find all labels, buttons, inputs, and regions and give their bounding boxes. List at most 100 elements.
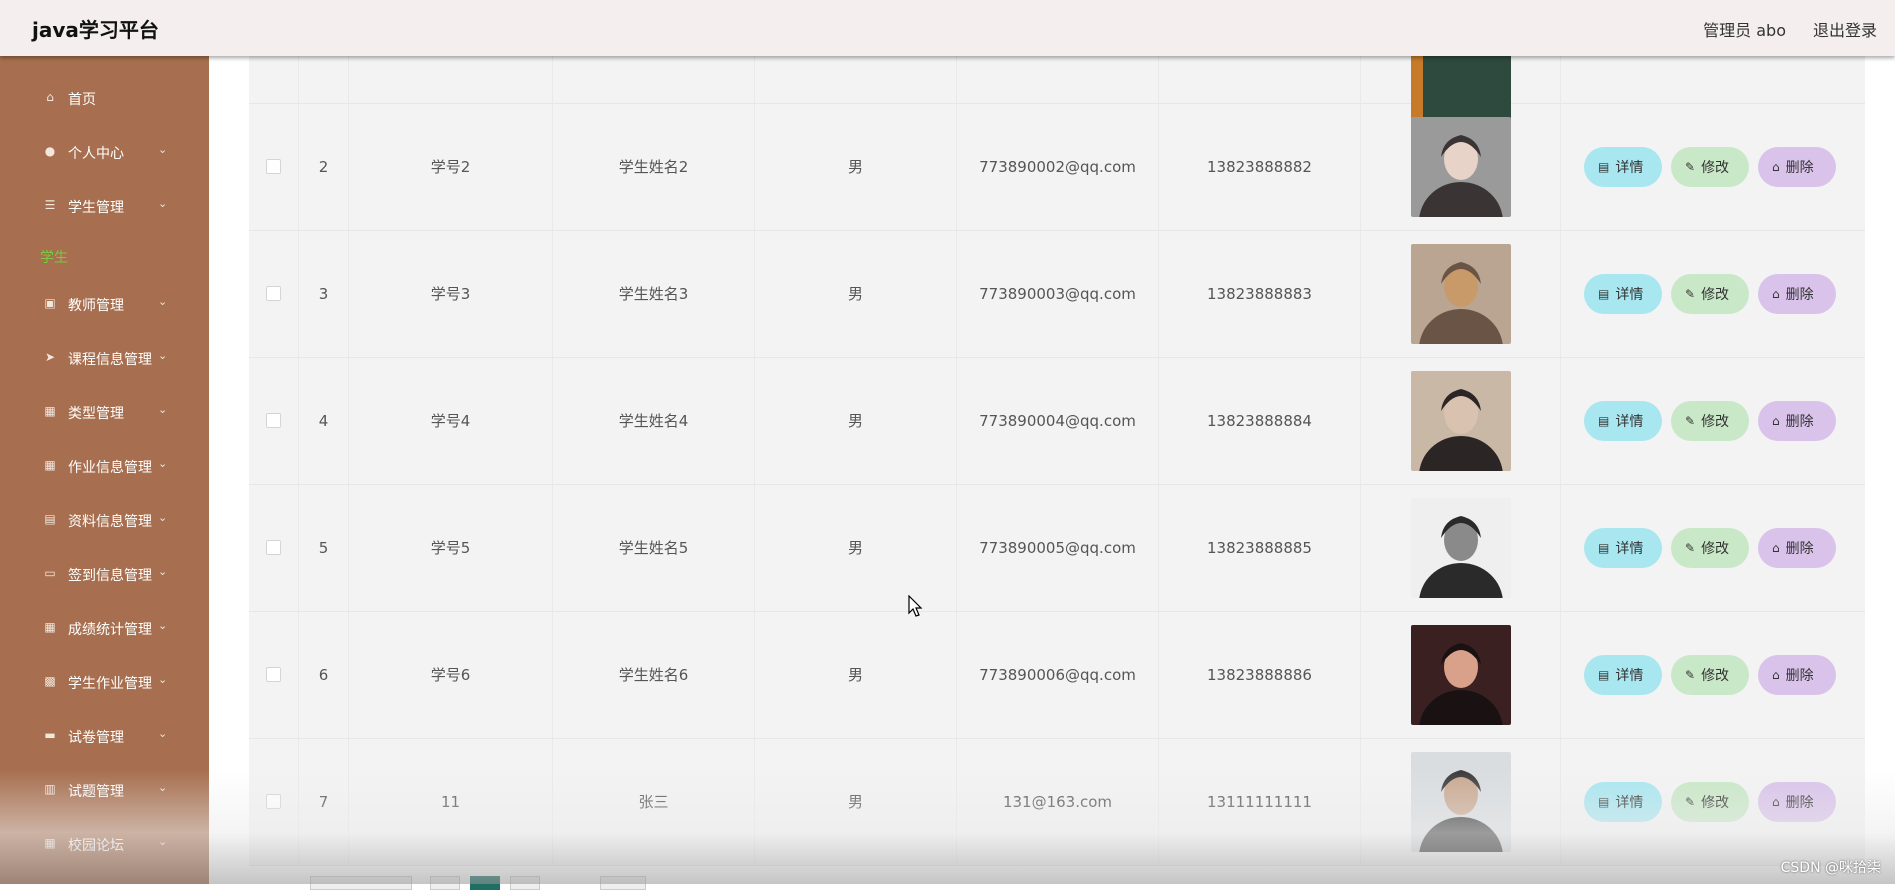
sidebar-item-label: 首页 bbox=[68, 92, 96, 108]
student-photo bbox=[1410, 243, 1511, 344]
edit-button-label: 修改 bbox=[1701, 667, 1730, 684]
pencil-icon: ✎ bbox=[1685, 413, 1696, 428]
row-checkbox[interactable] bbox=[266, 413, 281, 428]
delete-button[interactable]: ⌂ 删除 bbox=[1758, 781, 1836, 822]
phone-cell: 13823888883 bbox=[1159, 230, 1361, 357]
edit-button[interactable]: ✎ 修改 bbox=[1671, 273, 1749, 314]
index-cell: 3 bbox=[299, 230, 349, 357]
row-checkbox-cell bbox=[249, 738, 299, 865]
document-icon: ▤ bbox=[1598, 159, 1610, 174]
sidebar-item-label: 个人中心 bbox=[68, 146, 124, 162]
delete-button[interactable]: ⌂ 删除 bbox=[1758, 400, 1836, 441]
current-user-label: 管理员 abo bbox=[1703, 21, 1786, 40]
sidebar-item-12[interactable]: ▥ 试题管理 ⌄ bbox=[0, 770, 209, 810]
delete-button-label: 删除 bbox=[1785, 540, 1814, 557]
edit-button[interactable]: ✎ 修改 bbox=[1671, 781, 1749, 822]
monitor-icon: ▬ bbox=[44, 728, 56, 742]
phone-cell: 13823888885 bbox=[1159, 484, 1361, 611]
detail-button[interactable]: ▤ 详情 bbox=[1584, 527, 1662, 568]
chevron-down-icon: ⌄ bbox=[158, 835, 168, 848]
edit-button-label: 修改 bbox=[1701, 286, 1730, 303]
sidebar-item-11[interactable]: ▬ 试卷管理 ⌄ bbox=[0, 716, 209, 756]
sidebar-subitem-student[interactable]: 学生 bbox=[40, 247, 68, 267]
student-no-cell: 学号4 bbox=[349, 357, 553, 484]
sidebar-item-10[interactable]: ▩ 学生作业管理 ⌄ bbox=[0, 662, 209, 702]
edit-button[interactable]: ✎ 修改 bbox=[1671, 654, 1749, 695]
student-photo bbox=[1410, 370, 1511, 471]
chevron-down-icon: ⌄ bbox=[158, 143, 168, 156]
chevron-down-icon: ⌄ bbox=[158, 403, 168, 416]
detail-button[interactable]: ▤ 详情 bbox=[1584, 146, 1662, 187]
detail-button-label: 详情 bbox=[1615, 286, 1644, 303]
gender-cell: 男 bbox=[755, 230, 957, 357]
logout-link[interactable]: 退出登录 bbox=[1813, 17, 1877, 41]
gender-cell: 男 bbox=[755, 103, 957, 230]
row-checkbox[interactable] bbox=[266, 667, 281, 682]
sidebar-menu: 学生 ⌂ 首页 ● 个人中心 ⌄ ☰ 学生管理 ⌄ ▣ 教师管理 ⌄ ➤ 课程信息管理 ⌄ ▦ 类型管理 ⌄ ▦ 作… bbox=[0, 56, 209, 884]
edit-button[interactable]: ✎ 修改 bbox=[1671, 146, 1749, 187]
photo-cell bbox=[1361, 611, 1561, 738]
pagination-jump-input[interactable] bbox=[600, 876, 646, 890]
edit-button[interactable]: ✎ 修改 bbox=[1671, 527, 1749, 568]
row-checkbox-cell bbox=[249, 484, 299, 611]
person-icon: ● bbox=[44, 144, 56, 158]
detail-button-label: 详情 bbox=[1615, 413, 1644, 430]
table-row: 4 学号4 学生姓名4 男 773890004@qq.com 13823888884 ▤ 详情… bbox=[249, 357, 1865, 485]
detail-button[interactable]: ▤ 详情 bbox=[1584, 781, 1662, 822]
list-icon: ☰ bbox=[44, 198, 56, 212]
sidebar-item-9[interactable]: ▦ 成绩统计管理 ⌄ bbox=[0, 608, 209, 648]
sidebar-item-label: 作业信息管理 bbox=[68, 460, 152, 476]
sidebar-item-8[interactable]: ▭ 签到信息管理 ⌄ bbox=[0, 554, 209, 594]
detail-button[interactable]: ▤ 详情 bbox=[1584, 273, 1662, 314]
sidebar-item-4[interactable]: ➤ 课程信息管理 ⌄ bbox=[0, 338, 209, 378]
detail-button-label: 详情 bbox=[1615, 794, 1644, 811]
chart-icon: ▣ bbox=[44, 296, 56, 310]
delete-button-label: 删除 bbox=[1785, 794, 1814, 811]
delete-button[interactable]: ⌂ 删除 bbox=[1758, 527, 1836, 568]
trash-icon: ⌂ bbox=[1772, 159, 1780, 174]
delete-button-label: 删除 bbox=[1785, 413, 1814, 430]
student-photo bbox=[1410, 116, 1511, 217]
sidebar-item-2[interactable]: ☰ 学生管理 ⌄ bbox=[0, 186, 209, 226]
row-checkbox[interactable] bbox=[266, 286, 281, 301]
sidebar-item-label: 成绩统计管理 bbox=[68, 622, 152, 638]
index-cell: 5 bbox=[299, 484, 349, 611]
document-icon: ▤ bbox=[1598, 413, 1610, 428]
pencil-icon: ✎ bbox=[1685, 794, 1696, 809]
detail-button[interactable]: ▤ 详情 bbox=[1584, 400, 1662, 441]
table-row: 7 11 张三男 131@163.com 13111111111 ▤ 详情 ✎ 修改 ⌂ 删除 bbox=[249, 738, 1865, 866]
chevron-down-icon: ⌄ bbox=[158, 565, 168, 578]
edit-button[interactable]: ✎ 修改 bbox=[1671, 400, 1749, 441]
student-no-cell: 学号6 bbox=[349, 611, 553, 738]
pagination-size-select[interactable] bbox=[310, 876, 412, 890]
delete-button[interactable]: ⌂ 删除 bbox=[1758, 654, 1836, 695]
row-checkbox[interactable] bbox=[266, 794, 281, 809]
edit-button-label: 修改 bbox=[1701, 540, 1730, 557]
sidebar-item-0[interactable]: ⌂ 首页 bbox=[0, 78, 209, 118]
detail-button[interactable]: ▤ 详情 bbox=[1584, 654, 1662, 695]
row-checkbox-cell bbox=[249, 357, 299, 484]
chevron-down-icon: ⌄ bbox=[158, 781, 168, 794]
delete-button[interactable]: ⌂ 删除 bbox=[1758, 273, 1836, 314]
sidebar-item-3[interactable]: ▣ 教师管理 ⌄ bbox=[0, 284, 209, 324]
sidebar-item-1[interactable]: ● 个人中心 ⌄ bbox=[0, 132, 209, 172]
mouse-cursor-icon bbox=[908, 595, 923, 617]
sidebar-item-7[interactable]: ▤ 资料信息管理 ⌄ bbox=[0, 500, 209, 540]
chevron-down-icon: ⌄ bbox=[158, 511, 168, 524]
row-checkbox[interactable] bbox=[266, 540, 281, 555]
photo-cell bbox=[1361, 103, 1561, 230]
student-name-cell: 学生姓名4 bbox=[553, 357, 755, 484]
sidebar-item-6[interactable]: ▦ 作业信息管理 ⌄ bbox=[0, 446, 209, 486]
sidebar-item-13[interactable]: ▦ 校园论坛 ⌄ bbox=[0, 824, 209, 864]
sidebar-item-label: 教师管理 bbox=[68, 298, 124, 314]
gender-cell: 男 bbox=[755, 611, 957, 738]
row-checkbox[interactable] bbox=[266, 159, 281, 174]
pagination-next[interactable] bbox=[510, 876, 540, 890]
pagination-prev[interactable] bbox=[430, 876, 460, 890]
bar-chart-icon: ▥ bbox=[44, 782, 56, 796]
phone-cell: 13823888886 bbox=[1159, 611, 1361, 738]
pagination-current-page[interactable] bbox=[470, 876, 500, 890]
photo-cell bbox=[1361, 56, 1561, 123]
sidebar-item-5[interactable]: ▦ 类型管理 ⌄ bbox=[0, 392, 209, 432]
delete-button[interactable]: ⌂ 删除 bbox=[1758, 146, 1836, 187]
